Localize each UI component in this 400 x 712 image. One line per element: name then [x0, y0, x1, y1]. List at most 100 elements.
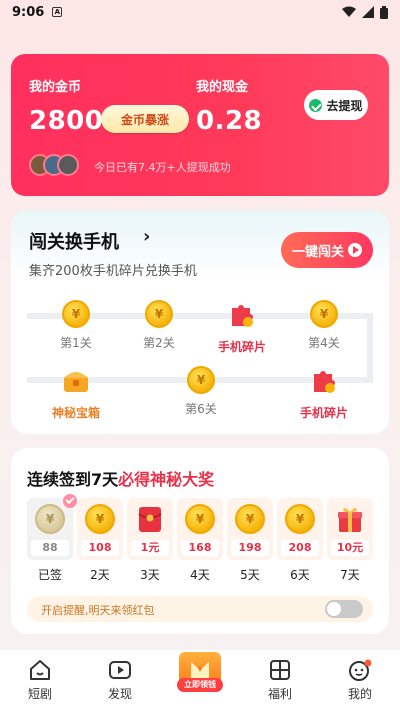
user-avatars	[29, 154, 79, 176]
signin-amount: 88	[31, 540, 69, 556]
reminder-bar: 开启提醒,明天来领红包	[27, 596, 373, 622]
level-node[interactable]: ¥ 第1关	[41, 300, 111, 351]
challenge-title[interactable]: 闯关换手机	[29, 228, 119, 254]
nav-item-short-drama[interactable]: 短剧	[0, 650, 80, 712]
signin-day[interactable]: ¥ 108	[77, 498, 123, 560]
level-node[interactable]: ¥ 第4关	[289, 300, 359, 351]
nav-item-mine[interactable]: 我的	[320, 650, 400, 712]
bottom-nav: 短剧 发现 ¥ 立即领钱 福利 我的	[0, 650, 400, 712]
level-node[interactable]: 神秘宝箱	[41, 366, 111, 421]
coin-value: 2800	[29, 106, 104, 136]
signin-title: 连续签到7天必得神秘大奖	[27, 466, 214, 490]
signin-amount: 1元	[131, 540, 169, 556]
play-icon	[109, 661, 131, 679]
coin-icon: ¥	[35, 504, 65, 534]
treasure-chest-icon	[64, 372, 88, 392]
coin-icon: ¥	[185, 504, 215, 534]
status-bar: 9:06 A	[0, 0, 400, 24]
signin-day[interactable]: ¥ 208	[277, 498, 323, 560]
puzzle-piece-icon	[314, 371, 335, 393]
nav-label: 短剧	[27, 687, 52, 701]
gift-box-icon	[338, 507, 362, 532]
reminder-toggle[interactable]	[325, 600, 363, 618]
reminder-text: 开启提醒,明天来领红包	[41, 604, 155, 617]
signin-card: 连续签到7天必得神秘大奖 ¥ 88 ¥ 108 1元 ¥ 168 ¥ 198 ¥…	[11, 448, 389, 634]
nav-label: 我的	[347, 687, 372, 701]
level-label: 第1关	[60, 336, 92, 350]
signin-amount: 198	[231, 540, 269, 556]
level-node[interactable]: ¥ 第2关	[124, 300, 194, 351]
signin-day-label: 已签	[37, 568, 62, 582]
avatar	[57, 154, 79, 176]
signin-day[interactable]: ¥ 168	[177, 498, 223, 560]
withdraw-button[interactable]: 去提现	[304, 90, 368, 120]
level-label: 第4关	[308, 336, 340, 350]
signin-day-label: 2天	[90, 568, 110, 582]
withdraw-label: 去提现	[326, 98, 363, 113]
signin-title-highlight: 必得神秘大奖	[118, 470, 215, 489]
nav-item-discover[interactable]: 发现	[80, 650, 160, 712]
signal-icon	[362, 6, 374, 18]
signin-title-prefix: 连续签到7天	[27, 470, 119, 489]
status-time: 9:06	[12, 4, 45, 20]
checkmark-icon	[63, 494, 77, 508]
path-line	[367, 313, 373, 383]
signin-day-label: 4天	[190, 568, 210, 582]
coin-icon: ¥	[285, 504, 315, 534]
home-icon	[30, 660, 50, 680]
coin-label: 我的金币	[29, 80, 82, 95]
wechat-pay-icon	[309, 98, 323, 112]
cash-value: 0.28	[196, 106, 263, 136]
level-label: 手机碎片	[299, 406, 348, 420]
challenge-card: 闯关换手机 › 集齐200枚手机碎片兑换手机 一键闯关 ¥ 第1关 ¥ 第2关 …	[11, 210, 389, 434]
signin-amount: 168	[181, 540, 219, 556]
nav-label: 发现	[107, 687, 132, 701]
gift-grid-icon	[270, 660, 290, 680]
wifi-icon	[342, 6, 356, 17]
coin-icon: ¥	[187, 366, 215, 394]
red-envelope-icon	[138, 507, 162, 532]
profile-icon	[349, 659, 372, 681]
one-key-label: 一键闯关	[291, 244, 344, 260]
level-node[interactable]: ¥ 第6关	[166, 366, 236, 417]
puzzle-piece-icon	[232, 305, 253, 327]
level-label: 神秘宝箱	[51, 406, 100, 420]
signin-day[interactable]: 10元	[327, 498, 373, 560]
nav-item-welfare[interactable]: 福利	[240, 650, 320, 712]
chevron-right-icon[interactable]: ›	[143, 226, 150, 247]
one-key-challenge-button[interactable]: 一键闯关	[281, 232, 373, 268]
signin-amount: 208	[281, 540, 319, 556]
battery-icon	[380, 5, 388, 19]
level-label: 第2关	[143, 336, 175, 350]
play-icon	[348, 243, 362, 257]
signin-day[interactable]: ¥ 198	[227, 498, 273, 560]
level-label: 手机碎片	[217, 340, 266, 354]
level-label: 第6关	[185, 402, 217, 416]
coin-surge-label: 金币暴涨	[120, 112, 169, 127]
signin-amount: 10元	[331, 540, 369, 556]
challenge-subtitle: 集齐200枚手机碎片兑换手机	[29, 264, 197, 279]
coin-surge-badge[interactable]: 金币暴涨	[101, 105, 189, 133]
coin-icon: ¥	[310, 300, 338, 328]
wallet-card: 我的金币 2800 金币暴涨 我的现金 0.28 去提现 今日已有7.4万+人提…	[11, 54, 389, 196]
nav-item-get-money[interactable]: ¥ 立即领钱	[160, 650, 240, 712]
svg-text:¥: ¥	[197, 665, 202, 674]
cash-label: 我的现金	[196, 80, 249, 95]
level-node[interactable]: 手机碎片	[207, 300, 277, 355]
signin-day-label: 7天	[340, 568, 360, 582]
coin-icon: ¥	[235, 504, 265, 534]
withdraw-ticker: 今日已有7.4万+人提现成功	[94, 161, 231, 174]
money-box-icon: ¥ 立即领钱	[177, 652, 223, 692]
nav-label: 福利	[267, 687, 292, 701]
signin-amount: 108	[81, 540, 119, 556]
coin-icon: ¥	[62, 300, 90, 328]
signin-day-label: 6天	[290, 568, 310, 582]
signin-day-label: 5天	[240, 568, 260, 582]
get-money-label: 立即领钱	[177, 678, 223, 692]
signin-day[interactable]: 1元	[127, 498, 173, 560]
coin-icon: ¥	[85, 504, 115, 534]
signin-day-label: 3天	[140, 568, 160, 582]
coin-icon: ¥	[145, 300, 173, 328]
signin-day[interactable]: ¥ 88	[27, 494, 77, 560]
level-node[interactable]: 手机碎片	[289, 366, 359, 421]
